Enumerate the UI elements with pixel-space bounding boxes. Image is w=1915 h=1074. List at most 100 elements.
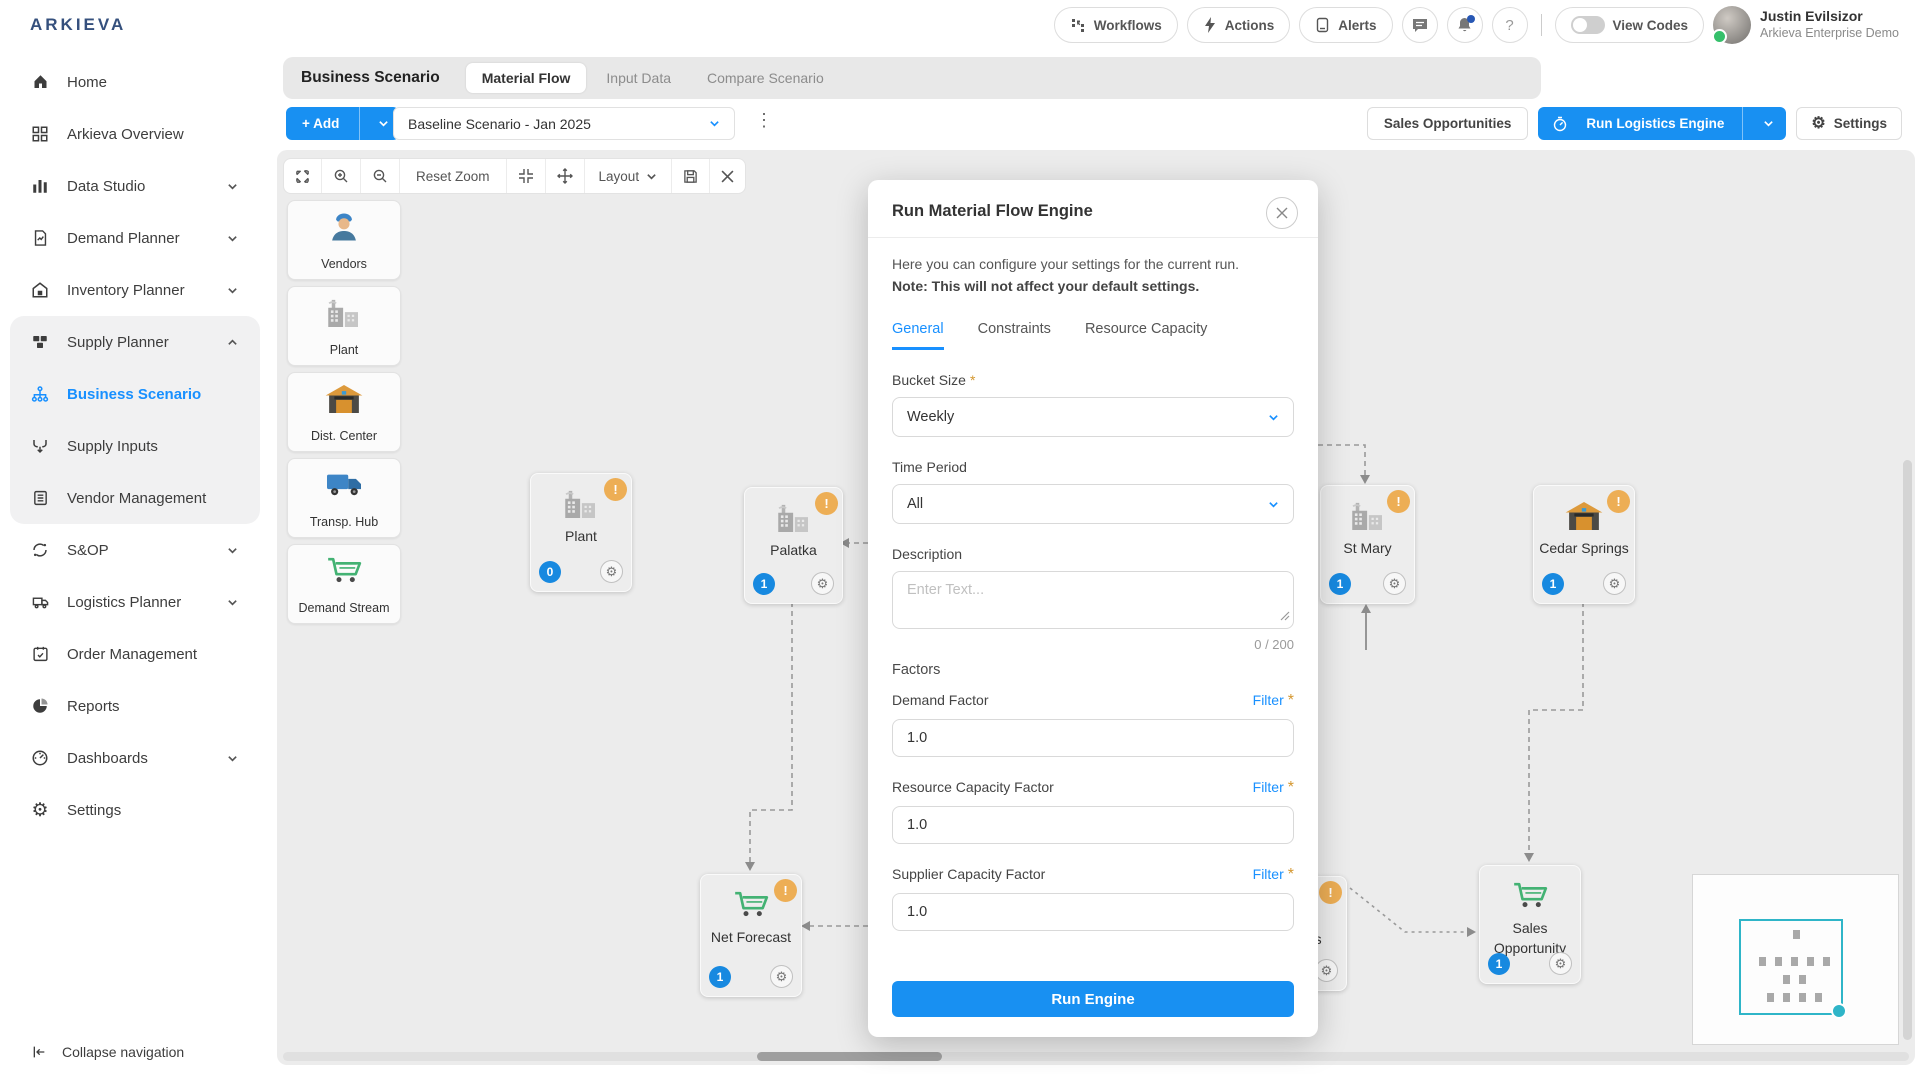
- run-engine-button[interactable]: Run Engine: [892, 981, 1294, 1017]
- node-settings-gear-icon[interactable]: ⚙: [1549, 952, 1572, 975]
- sales-opportunities-button[interactable]: Sales Opportunities: [1367, 107, 1529, 140]
- move-button[interactable]: [546, 159, 585, 193]
- sidebar-item-demand-planner[interactable]: Demand Planner: [0, 212, 270, 264]
- alert-badge[interactable]: !: [1319, 881, 1342, 904]
- modal-tab-resource-capacity[interactable]: Resource Capacity: [1085, 321, 1208, 350]
- close-button[interactable]: [710, 159, 745, 193]
- factor-label: Resource Capacity Factor: [892, 779, 1054, 795]
- workflows-button[interactable]: Workflows: [1054, 7, 1178, 43]
- top-header: ARKIEVA WorkflowsActionsAlerts? View Cod…: [0, 0, 1915, 50]
- horizontal-scrollbar[interactable]: [283, 1052, 1909, 1061]
- tab-material-flow[interactable]: Material Flow: [466, 63, 587, 93]
- sidebar-item-logistics-planner[interactable]: Logistics Planner: [0, 576, 270, 628]
- modal-close-button[interactable]: [1266, 197, 1298, 229]
- sidebar-item-data-studio[interactable]: Data Studio: [0, 160, 270, 212]
- node-net-forecast[interactable]: Net Forecast!1⚙: [700, 874, 802, 997]
- collapse-navigation-button[interactable]: Collapse navigation: [30, 1044, 184, 1060]
- toggle-switch[interactable]: [1571, 16, 1605, 34]
- sidebar-item-label: Supply Planner: [67, 334, 169, 351]
- notifications-button[interactable]: [1447, 7, 1483, 43]
- alert-badge[interactable]: !: [604, 478, 627, 501]
- alert-badge[interactable]: !: [774, 879, 797, 902]
- palette-item-transp-hub[interactable]: Transp. Hub: [287, 458, 401, 538]
- node-plant[interactable]: Plant!0⚙: [530, 473, 632, 592]
- palette-item-vendors[interactable]: Vendors: [287, 200, 401, 280]
- node-settings-gear-icon[interactable]: ⚙: [770, 965, 793, 988]
- sidebar-item-business-scenario[interactable]: Business Scenario: [10, 368, 260, 420]
- user-block[interactable]: Justin Evilsizor Arkieva Enterprise Demo: [1760, 8, 1899, 41]
- chevron-down-icon[interactable]: [1751, 118, 1786, 129]
- compress-button[interactable]: [507, 159, 546, 193]
- settings-button[interactable]: ⚙ Settings: [1796, 107, 1902, 140]
- node-settings-gear-icon[interactable]: ⚙: [811, 572, 834, 595]
- sidebar-item-supply-inputs[interactable]: Supply Inputs: [10, 420, 260, 472]
- user-avatar[interactable]: [1713, 6, 1751, 44]
- supplier-capacity-factor-input[interactable]: [892, 893, 1294, 931]
- grid-icon: [30, 124, 50, 144]
- sidebar-item-dashboards[interactable]: Dashboards: [0, 732, 270, 784]
- filter-link[interactable]: Filter: [1253, 692, 1284, 708]
- chevron-down-icon: [227, 285, 238, 296]
- node-palatka[interactable]: Palatka!1⚙: [744, 487, 843, 604]
- alert-badge[interactable]: !: [815, 492, 838, 515]
- sidebar-item-home[interactable]: Home: [0, 56, 270, 108]
- save-button[interactable]: [672, 159, 710, 193]
- node-st-mary[interactable]: St Mary!1⚙: [1320, 485, 1415, 604]
- bucket-size-select[interactable]: Weekly: [892, 397, 1294, 437]
- fit-screen-icon: [295, 169, 310, 184]
- palette-item-plant[interactable]: Plant: [287, 286, 401, 366]
- run-logistics-engine-button[interactable]: Run Logistics Engine: [1538, 107, 1786, 140]
- reset-zoom-button[interactable]: Reset Zoom: [400, 159, 507, 193]
- more-options-button[interactable]: ⋮: [755, 110, 773, 131]
- tab-compare-scenario[interactable]: Compare Scenario: [691, 63, 840, 93]
- sidebar-item-settings[interactable]: ⚙Settings: [0, 784, 270, 836]
- sidebar-item-arkieva-overview[interactable]: Arkieva Overview: [0, 108, 270, 160]
- palette-item-demand-stream[interactable]: Demand Stream: [287, 544, 401, 624]
- filter-link[interactable]: Filter: [1253, 779, 1284, 795]
- alert-badge[interactable]: !: [1387, 490, 1410, 513]
- vertical-scrollbar-thumb[interactable]: [1903, 460, 1912, 1040]
- demand-factor-input[interactable]: [892, 719, 1294, 757]
- sop-icon: [30, 540, 50, 560]
- zoom-out-button[interactable]: [361, 159, 400, 193]
- modal-tab-general[interactable]: General: [892, 321, 944, 350]
- horizontal-scrollbar-thumb[interactable]: [757, 1052, 942, 1061]
- node-settings-gear-icon[interactable]: ⚙: [1315, 959, 1338, 982]
- sidebar-item-reports[interactable]: Reports: [0, 680, 270, 732]
- layout-select[interactable]: Layout: [585, 159, 673, 193]
- chat-button[interactable]: [1402, 7, 1438, 43]
- sidebar-item-s-op[interactable]: S&OP: [0, 524, 270, 576]
- minimap-resize-handle[interactable]: [1831, 1003, 1847, 1019]
- resource-capacity-factor-input[interactable]: [892, 806, 1294, 844]
- node-settings-gear-icon[interactable]: ⚙: [600, 560, 623, 583]
- actions-label: Actions: [1225, 18, 1275, 33]
- node-settings-gear-icon[interactable]: ⚙: [1383, 572, 1406, 595]
- add-button[interactable]: + Add: [286, 107, 399, 140]
- scenario-select[interactable]: Baseline Scenario - Jan 2025: [393, 107, 735, 140]
- required-asterisk: *: [1288, 779, 1294, 796]
- zoom-in-button[interactable]: [322, 159, 361, 193]
- node-settings-gear-icon[interactable]: ⚙: [1603, 572, 1626, 595]
- sidebar-item-inventory-planner[interactable]: Inventory Planner: [0, 264, 270, 316]
- fit-screen-button[interactable]: [284, 159, 322, 193]
- tab-input-data[interactable]: Input Data: [590, 63, 687, 93]
- alert-badge[interactable]: !: [1607, 490, 1630, 513]
- minimap-viewport[interactable]: [1739, 919, 1843, 1015]
- gear-icon: ⚙: [1811, 116, 1825, 132]
- node-label: Net Forecast: [703, 927, 799, 947]
- alerts-button[interactable]: Alerts: [1299, 7, 1392, 43]
- actions-button[interactable]: Actions: [1187, 7, 1291, 43]
- description-textarea[interactable]: [892, 571, 1294, 629]
- filter-link[interactable]: Filter: [1253, 866, 1284, 882]
- minimap[interactable]: [1692, 874, 1899, 1045]
- sidebar-item-vendor-management[interactable]: Vendor Management: [10, 472, 260, 524]
- sidebar-item-order-management[interactable]: Order Management: [0, 628, 270, 680]
- view-codes-toggle[interactable]: View Codes: [1555, 7, 1705, 43]
- node-sales-opportunity[interactable]: Sales Opportunity1⚙: [1479, 865, 1581, 984]
- time-period-select[interactable]: All: [892, 484, 1294, 524]
- node-cedar-springs[interactable]: Cedar Springs!1⚙: [1533, 485, 1635, 604]
- sidebar-item-supply-planner[interactable]: Supply Planner: [10, 316, 260, 368]
- palette-item-dist-center[interactable]: Dist. Center: [287, 372, 401, 452]
- help-button[interactable]: ?: [1492, 7, 1528, 43]
- modal-tab-constraints[interactable]: Constraints: [978, 321, 1051, 350]
